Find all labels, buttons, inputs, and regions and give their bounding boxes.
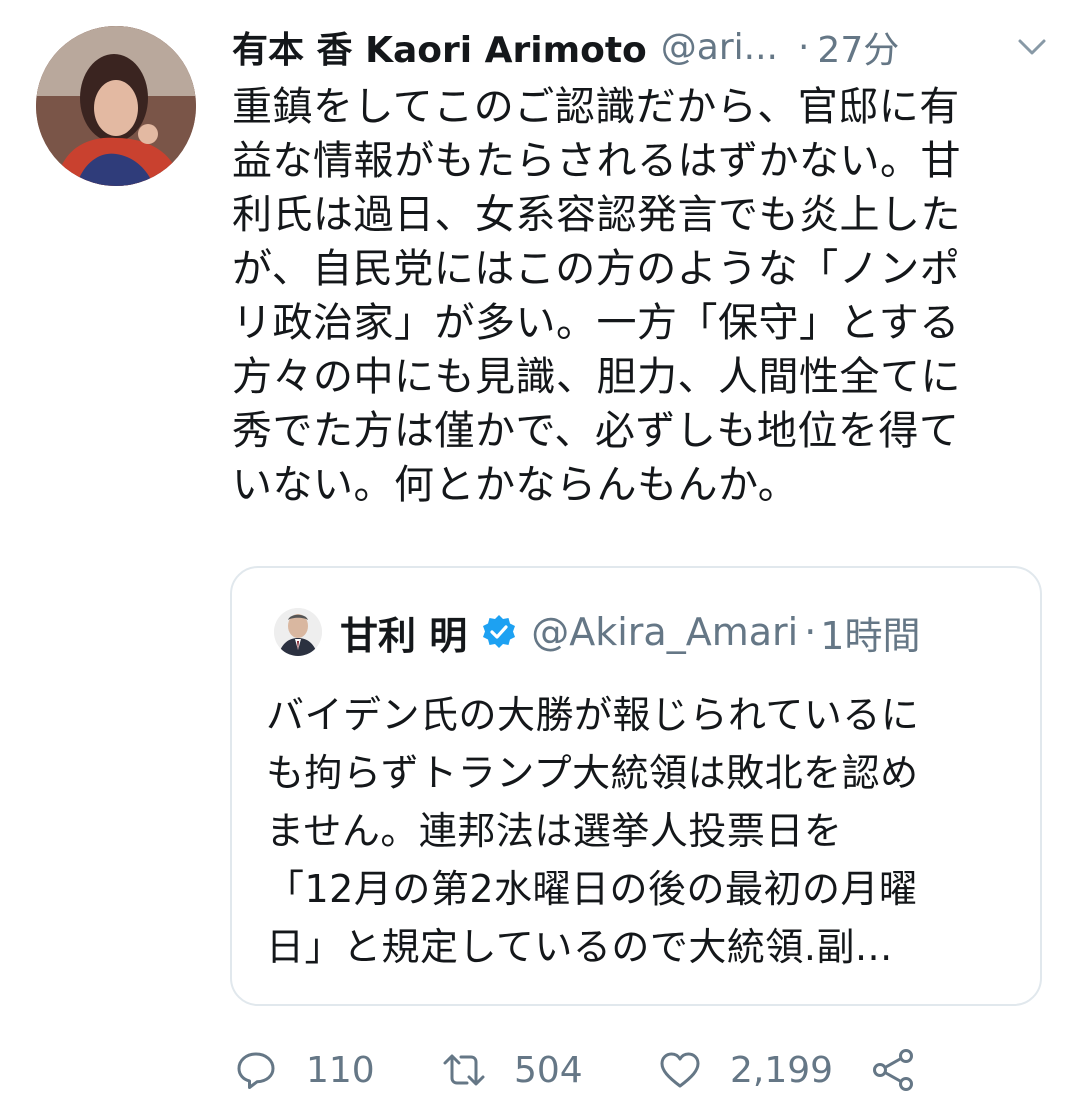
- reply-button[interactable]: 110: [234, 1040, 375, 1100]
- like-button[interactable]: 2,199: [658, 1040, 833, 1100]
- verified-badge-icon: [483, 615, 516, 648]
- reply-icon: [237, 1052, 275, 1089]
- tweet-text-line: 益な情報がもたらされるはずかない。甘: [232, 138, 961, 184]
- share-icon: [873, 1049, 913, 1091]
- tweet-text-line: が、自民党にはこの方のような「ノンポ: [232, 246, 961, 292]
- tweet-header: 有本 香 Kaori Arimoto @ari... · 27分: [232, 22, 1052, 72]
- quoted-tweet-text: バイデン氏の大勝が報じられているに も拘らずトランプ大統領は敗北を認め ません。…: [266, 686, 1026, 976]
- tweet-text-line: 利氏は過日、女系容認発言でも炎上した: [232, 192, 961, 238]
- time-separator: ·: [797, 26, 810, 68]
- quoted-time-separator: ·: [804, 610, 817, 654]
- quoted-text-line: 日」と規定しているので大統領.副...: [266, 925, 893, 969]
- quoted-author-avatar: [274, 608, 322, 656]
- quoted-tweet-header: 甘利 明 @Akira_Amari · 1時間: [340, 604, 920, 660]
- tweet-time[interactable]: 27分: [817, 21, 899, 73]
- reply-count: 110: [306, 1049, 375, 1091]
- retweet-button[interactable]: 504: [442, 1040, 583, 1100]
- tweet-text-line: 方々の中にも見識、胆力、人間性全てに: [232, 354, 961, 400]
- avatar-photo-icon: [36, 26, 196, 186]
- quoted-text-line: バイデン氏の大勝が報じられているに: [266, 693, 920, 737]
- quoted-tweet-card[interactable]: 甘利 明 @Akira_Amari · 1時間 バイデン氏の大勝が報じられている…: [230, 566, 1042, 1006]
- tweet-text-line: リ政治家」が多い。一方「保守」とする: [232, 300, 960, 346]
- like-count: 2,199: [730, 1049, 834, 1091]
- quoted-text-line: も拘らずトランプ大統領は敗北を認め: [266, 751, 919, 795]
- chevron-down-icon[interactable]: [1014, 32, 1050, 62]
- heart-icon: [660, 1052, 700, 1088]
- quoted-author-name: 甘利 明: [340, 613, 468, 658]
- action-bar: 110 504 2,199: [234, 1040, 954, 1100]
- tweet-text-line: いない。何とかならんもんか。: [232, 462, 799, 508]
- quoted-text-line: ません。連邦法は選挙人投票日を: [266, 809, 843, 853]
- retweet-count: 504: [514, 1049, 583, 1091]
- tweet-text: 重鎮をしてこのご認識だから、官邸に有 益な情報がもたらされるはずかない。甘 利氏…: [232, 80, 1022, 512]
- quoted-tweet-time: 1時間: [820, 613, 921, 658]
- author-avatar[interactable]: [36, 26, 196, 186]
- retweet-icon: [443, 1054, 485, 1086]
- share-button[interactable]: [870, 1040, 916, 1100]
- avatar-photo-icon: [274, 608, 322, 656]
- quoted-text-line: 「12月の第2水曜日の後の最初の月曜: [266, 867, 918, 911]
- author-name[interactable]: 有本 香 Kaori Arimoto: [232, 21, 647, 73]
- tweet-text-line: 重鎮をしてこのご認識だから、官邸に有: [232, 84, 960, 130]
- tweet-text-line: 秀でた方は僅かで、必ずしも地位を得て: [232, 408, 960, 454]
- author-handle[interactable]: @ari...: [661, 27, 778, 68]
- quoted-author-handle: @Akira_Amari: [531, 610, 799, 654]
